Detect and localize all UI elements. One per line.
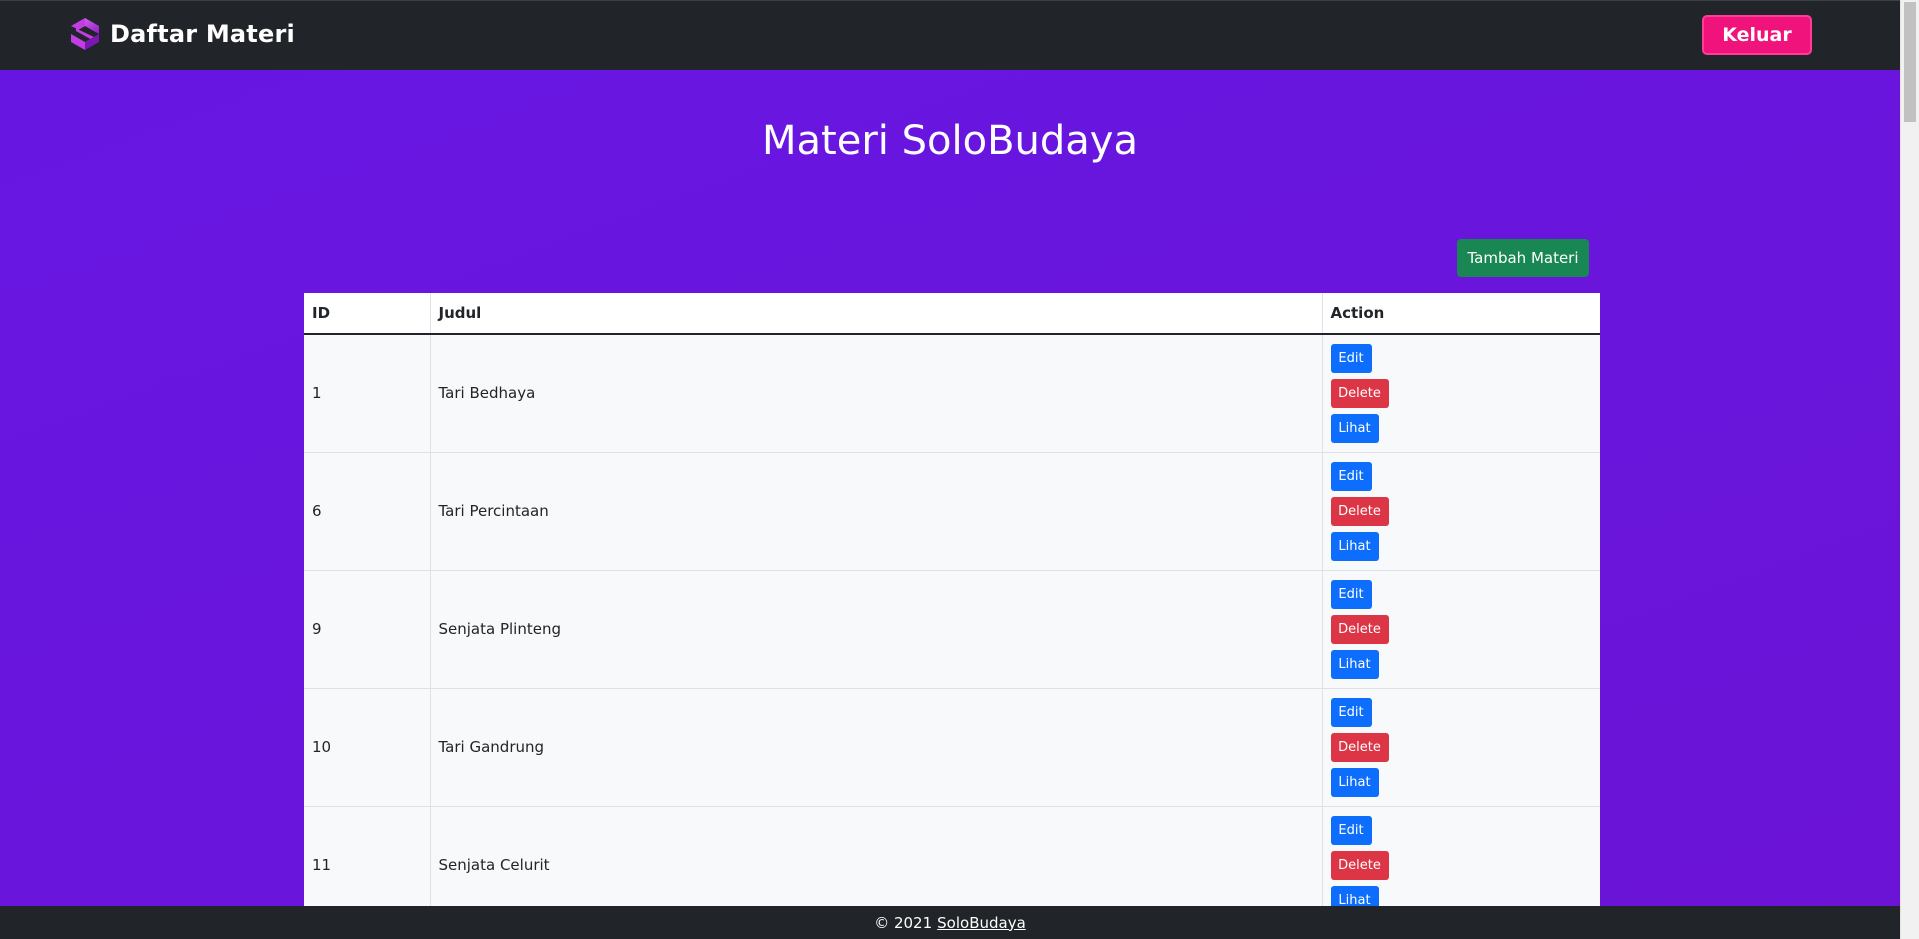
delete-button[interactable]: Delete	[1330, 496, 1389, 526]
row-judul: Tari Gandrung	[430, 688, 1323, 807]
edit-button[interactable]: Edit	[1330, 815, 1372, 845]
edit-button[interactable]: Edit	[1330, 697, 1372, 727]
row-actions: Edit Delete Lihat	[1322, 452, 1600, 571]
row-actions: Edit Delete Lihat	[1322, 806, 1600, 906]
row-id: 10	[304, 688, 431, 807]
materials-table: ID Judul Action 1 Tari Bedhaya Edit Dele…	[304, 293, 1600, 906]
row-actions: Edit Delete Lihat	[1322, 570, 1600, 689]
materials-table-container: ID Judul Action 1 Tari Bedhaya Edit Dele…	[304, 293, 1600, 906]
header-judul: Judul	[430, 293, 1323, 335]
row-actions: Edit Delete Lihat	[1322, 688, 1600, 807]
brand[interactable]: Daftar Materi	[70, 17, 295, 51]
row-id: 11	[304, 806, 431, 906]
scrollbar-thumb[interactable]	[1904, 2, 1916, 122]
table-row: 10 Tari Gandrung Edit Delete Lihat	[304, 688, 1600, 807]
header-action: Action	[1322, 293, 1600, 335]
row-judul: Senjata Celurit	[430, 806, 1323, 906]
navbar-title: Daftar Materi	[110, 20, 295, 48]
view-button[interactable]: Lihat	[1330, 885, 1379, 906]
delete-button[interactable]: Delete	[1330, 378, 1389, 408]
solobudaya-logo-icon	[71, 18, 99, 50]
add-material-button[interactable]: Tambah Materi	[1457, 239, 1589, 277]
navbar: Daftar Materi Keluar	[0, 0, 1900, 70]
row-id: 1	[304, 334, 431, 453]
footer-link[interactable]: SoloBudaya	[937, 914, 1026, 932]
row-judul: Tari Percintaan	[430, 452, 1323, 571]
logout-button[interactable]: Keluar	[1702, 15, 1812, 55]
delete-button[interactable]: Delete	[1330, 732, 1389, 762]
delete-button[interactable]: Delete	[1330, 850, 1389, 880]
page-title: Materi SoloBudaya	[762, 118, 1138, 164]
edit-button[interactable]: Edit	[1330, 461, 1372, 491]
delete-button[interactable]: Delete	[1330, 614, 1389, 644]
table-row: 11 Senjata Celurit Edit Delete Lihat	[304, 806, 1600, 906]
footer-copyright: © 2021	[874, 913, 933, 932]
footer: © 2021 SoloBudaya	[0, 906, 1900, 939]
view-button[interactable]: Lihat	[1330, 531, 1379, 561]
table-header-row: ID Judul Action	[304, 293, 1600, 335]
row-actions: Edit Delete Lihat	[1322, 334, 1600, 453]
view-button[interactable]: Lihat	[1330, 767, 1379, 797]
edit-button[interactable]: Edit	[1330, 579, 1372, 609]
page-scrollbar[interactable]	[1900, 0, 1919, 939]
edit-button[interactable]: Edit	[1330, 343, 1372, 373]
table-row: 9 Senjata Plinteng Edit Delete Lihat	[304, 570, 1600, 689]
table-row: 1 Tari Bedhaya Edit Delete Lihat	[304, 334, 1600, 453]
table-row: 6 Tari Percintaan Edit Delete Lihat	[304, 452, 1600, 571]
row-id: 6	[304, 452, 431, 571]
header-id: ID	[304, 293, 431, 335]
row-judul: Tari Bedhaya	[430, 334, 1323, 453]
row-judul: Senjata Plinteng	[430, 570, 1323, 689]
view-button[interactable]: Lihat	[1330, 649, 1379, 679]
row-id: 9	[304, 570, 431, 689]
view-button[interactable]: Lihat	[1330, 413, 1379, 443]
